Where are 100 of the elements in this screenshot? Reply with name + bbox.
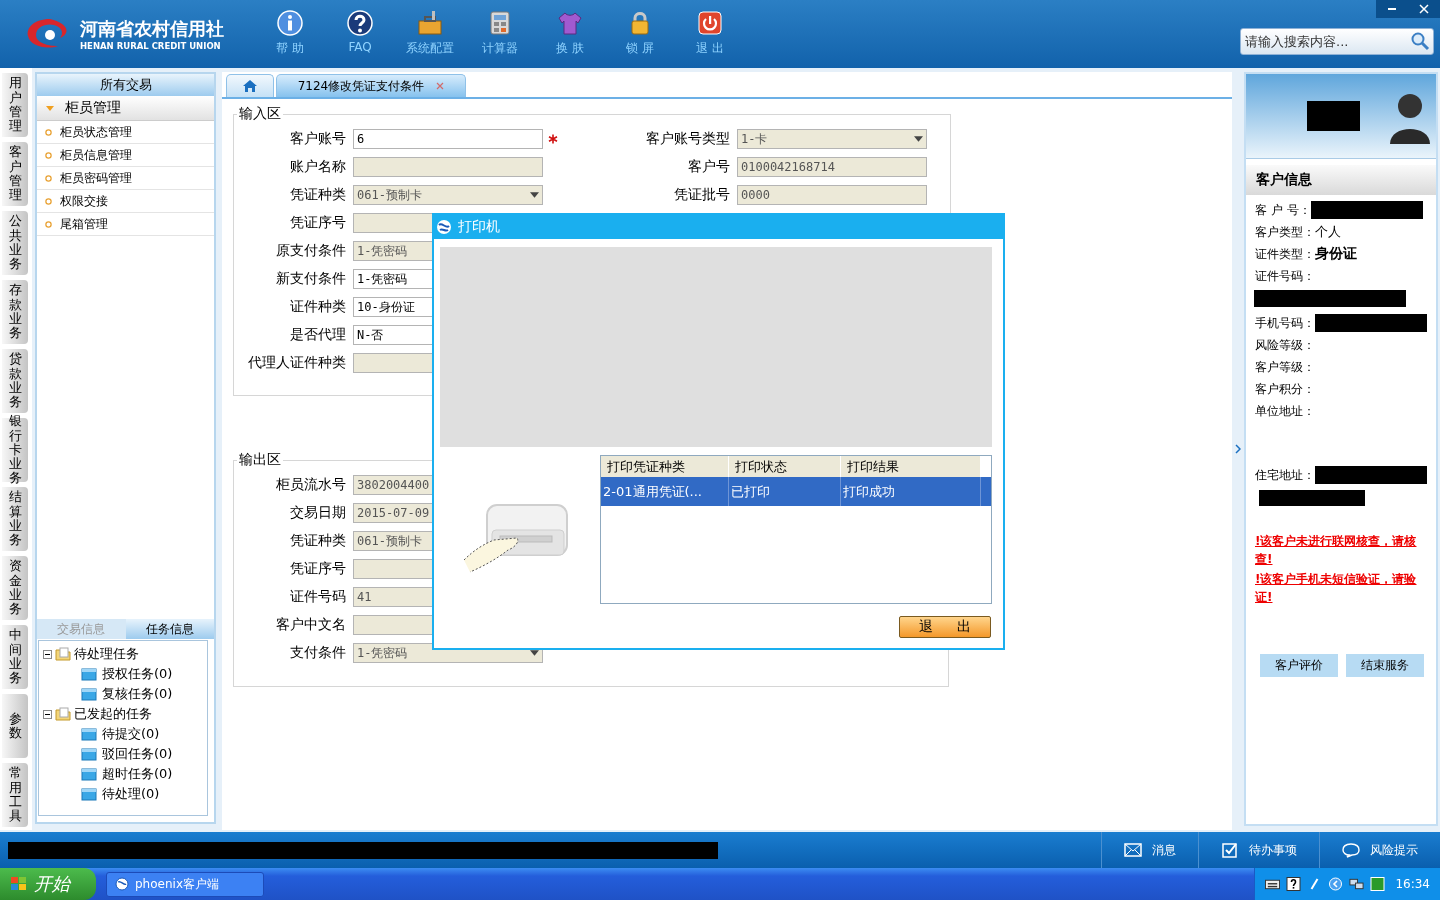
side-tab[interactable]: 中间业务 [2,625,28,689]
text-field[interactable] [353,157,543,177]
section-title: 输入区 [238,105,282,123]
home-tab[interactable] [226,74,274,97]
globe-icon [115,877,129,891]
side-tab[interactable]: 用户管理 [2,73,28,137]
page-tab[interactable]: 7124修改凭证支付条件 [276,74,466,97]
tree-item[interactable]: 授权任务(0) [102,665,173,683]
search-icon[interactable] [1410,31,1430,51]
chevron-left-icon[interactable] [1328,877,1344,891]
info-label: 客户积分： [1255,380,1315,398]
panel-tab[interactable]: 任务信息 [125,619,214,639]
toolbar-button[interactable]: 换 肤 [535,0,605,68]
info-label: 单位地址： [1255,402,1315,420]
field-label: 原支付条件 [275,242,346,260]
taskbar-button[interactable]: phoenix客户端 [106,871,264,897]
search-field[interactable]: 请输入搜索内容... [1240,28,1434,55]
field-label: 证件号码 [289,588,346,606]
toolbar-button[interactable]: 退 出 [675,0,745,68]
field-label: 客户中文名 [275,616,346,634]
menu-item[interactable]: 尾箱管理 [37,213,214,236]
toolbar-button[interactable]: 锁 屏 [605,0,675,68]
tree-item[interactable]: 待处理(0) [102,785,160,803]
side-tab[interactable]: 参数 [2,694,28,758]
column-header[interactable]: 打印凭证种类 [601,456,729,477]
side-tab[interactable]: 公共业务 [2,211,28,275]
info-label: 客户等级： [1255,358,1315,376]
text-field[interactable]: 0100042168714 [737,157,927,177]
panel-button[interactable]: 结束服务 [1346,654,1424,677]
column-header[interactable]: 打印结果 [841,456,981,477]
tree-item[interactable]: 待处理任务 [74,645,139,663]
field-label: 凭证种类 [289,186,346,204]
bullet-icon [45,128,52,136]
checkbox-icon [1221,842,1239,858]
globe-icon [436,219,452,235]
close-icon[interactable] [436,82,445,90]
dropdown-field[interactable]: 061-预制卡 [353,185,543,205]
field-label: 客户账号 [289,130,346,148]
logo-subtitle: HENAN RURAL CREDIT UNION [80,41,222,51]
toolbar-button[interactable]: 系统配置 [395,0,465,68]
house-icon [242,79,258,93]
tree-item[interactable]: 超时任务(0) [102,765,173,783]
column-header[interactable]: 打印状态 [729,456,841,477]
info-value: 个人 [1315,223,1341,241]
power-icon [696,9,724,37]
table-row[interactable]: 2-01通用凭证(... 已打印 打印成功 [601,477,991,506]
help-icon [346,9,374,37]
exit-button[interactable]: 退 出 [899,616,991,638]
bullet-icon [45,197,52,205]
menu-group-header[interactable]: 柜员管理 [37,96,214,121]
text-field[interactable]: 6 [353,129,543,149]
menu-item[interactable]: 柜员信息管理 [37,144,214,167]
section-title: 输出区 [238,451,282,469]
tree-item[interactable]: 驳回任务(0) [102,745,173,763]
panel-button[interactable]: 客户评价 [1260,654,1338,677]
warning-link[interactable]: !该客户手机未短信验证，请验证! [1255,570,1428,606]
field-label: 客户号 [687,158,730,176]
tray-app-icon[interactable] [1370,877,1386,891]
field-label: 账户名称 [289,158,346,176]
field-label: 代理人证件种类 [247,354,346,372]
dialog-title: 打印机 [458,218,500,236]
side-tab[interactable]: 结算业务 [2,487,28,551]
sidebar-title: 所有交易 [37,74,214,96]
tree-item[interactable]: 待提交(0) [102,725,160,743]
dropdown-field[interactable]: 1-卡 [737,129,927,149]
toolbar-button[interactable]: 帮 助 [255,0,325,68]
menu-item[interactable]: 柜员密码管理 [37,167,214,190]
info-label: 客 户 号： [1255,201,1311,219]
field-label: 交易日期 [289,504,346,522]
logo-title: 河南省农村信用社 [80,17,224,41]
side-tab[interactable]: 存款业务 [2,280,28,344]
side-tab[interactable]: 资金业务 [2,556,28,620]
table-cell: 已打印 [729,477,841,506]
collapse-icon[interactable] [43,649,52,659]
help-icon[interactable] [1286,877,1302,891]
info-label: 手机号码： [1255,314,1315,332]
menu-item[interactable]: 柜员状态管理 [37,121,214,144]
side-tab[interactable]: 客户管理 [2,142,28,206]
folder-icon [81,667,97,681]
table-cell: 2-01通用凭证(... [601,477,729,506]
toolbox-icon [416,9,444,37]
field-label: 凭证批号 [673,186,730,204]
tree-item[interactable]: 已发起的任务 [74,705,152,723]
info-label: 住宅地址： [1255,466,1315,484]
field-label: 凭证序号 [289,560,346,578]
info-icon [276,9,304,37]
tree-item[interactable]: 复核任务(0) [102,685,173,703]
menu-item[interactable]: 权限交接 [37,190,214,213]
network-icon[interactable] [1349,877,1365,891]
side-tab[interactable]: 贷款业务 [2,349,28,413]
field-label: 客户账号类型 [645,130,730,148]
table-cell: 打印成功 [841,477,981,506]
collapse-icon[interactable] [43,709,52,719]
warning-link[interactable]: !该客户未进行联网核查，请核查! [1255,532,1428,568]
keyboard-icon[interactable] [1265,877,1281,891]
side-tab[interactable]: 常用工具 [2,763,28,827]
redaction-bar [1307,101,1360,131]
toolbar-button[interactable]: 计算器 [465,0,535,68]
chevron-right-icon[interactable] [1235,444,1241,454]
text-field[interactable]: 0000 [737,185,927,205]
